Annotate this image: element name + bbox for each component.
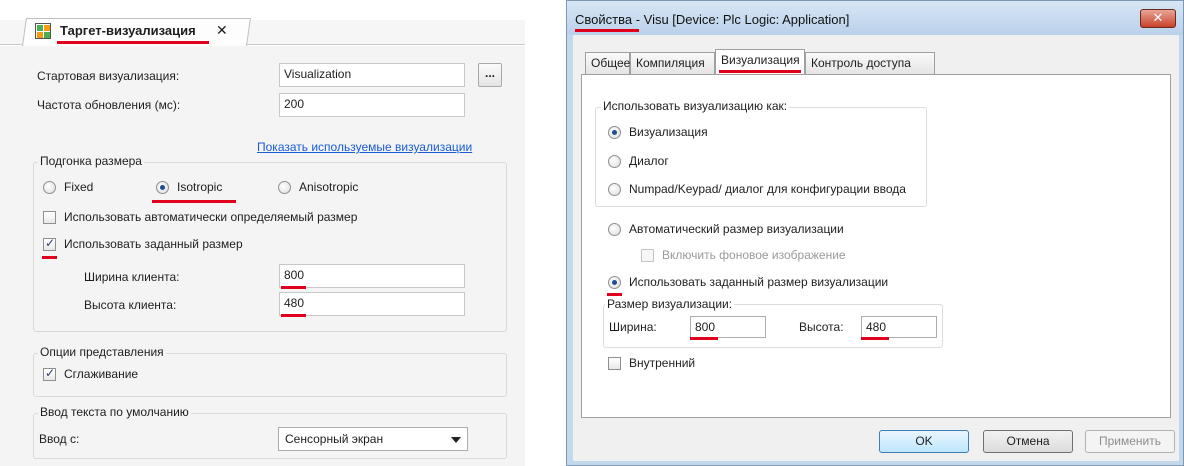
highlight-underline <box>607 293 622 296</box>
visualization-manager-icon <box>35 23 51 39</box>
width-label: Ширина: <box>609 320 657 334</box>
highlight-underline <box>690 337 718 340</box>
height-field[interactable]: 480 <box>861 316 937 338</box>
input-with-label: Ввод с: <box>39 432 80 446</box>
start-visualization-field[interactable]: Visualization <box>279 63 465 87</box>
cancel-button[interactable]: Отмена <box>983 430 1073 453</box>
highlight-underline <box>719 70 801 73</box>
client-height-field[interactable]: 480 <box>279 292 465 316</box>
highlight-underline <box>57 41 209 44</box>
browse-button[interactable]: ... <box>478 63 502 87</box>
tab-general[interactable]: Общее <box>585 52 630 74</box>
antialiasing-checkbox[interactable] <box>43 366 56 381</box>
input-with-value: Сенсорный экран <box>285 432 384 446</box>
fixed-size-radio[interactable] <box>608 276 621 289</box>
isotropic-radio-label: Isotropic <box>177 180 223 194</box>
dialog-radio[interactable] <box>608 155 621 168</box>
highlight-underline <box>281 314 306 317</box>
anisotropic-radio-label: Anisotropic <box>299 180 359 194</box>
height-label: Высота: <box>799 320 844 334</box>
target-visualization-editor: Таргет-визуализация ✕ Стартовая визуализ… <box>0 0 525 466</box>
auto-size-label: Использовать автоматически определяемый … <box>64 210 358 224</box>
client-height-label: Высота клиента: <box>84 298 177 312</box>
editor-tab-title: Таргет-визуализация <box>60 23 196 38</box>
fixed-radio[interactable] <box>43 181 56 194</box>
tab-access-control[interactable]: Контроль доступа <box>805 52 935 74</box>
text-input-group-title: Ввод текста по умолчанию <box>38 405 191 419</box>
tab-compilation[interactable]: Компиляция <box>630 52 715 74</box>
apply-button[interactable]: Применить <box>1085 430 1175 453</box>
background-image-label: Включить фоновое изображение <box>662 248 846 262</box>
properties-dialog: Свойства - Visu [Device: Plc Logic: Appl… <box>566 0 1184 466</box>
auto-size-checkbox[interactable] <box>43 211 56 224</box>
highlight-underline <box>152 200 236 203</box>
antialiasing-label: Сглаживание <box>64 367 139 381</box>
numpad-radio-label: Numpad/Keypad/ диалог для конфигурации в… <box>629 182 906 196</box>
display-options-title: Опции представления <box>38 345 166 359</box>
ok-button[interactable]: OK <box>879 430 969 453</box>
highlight-underline <box>281 286 306 289</box>
start-visualization-label: Стартовая визуализация: <box>37 69 180 83</box>
highlight-underline <box>42 256 57 259</box>
dropdown-arrow-icon <box>451 437 461 443</box>
refresh-rate-field[interactable]: 200 <box>279 93 465 117</box>
visualization-radio[interactable] <box>608 126 621 139</box>
close-icon[interactable]: ✕ <box>216 22 228 39</box>
size-group-title: Размер визуализации: <box>605 297 735 311</box>
client-width-field[interactable]: 800 <box>279 264 465 288</box>
fixed-size-radio-label: Использовать заданный размер визуализаци… <box>629 275 889 289</box>
fixed-size-label: Использовать заданный размер <box>64 237 243 251</box>
internal-checkbox[interactable] <box>608 357 621 370</box>
show-used-visualizations-link[interactable]: Показать используемые визуализации <box>257 140 472 154</box>
dialog-radio-label: Диалог <box>629 154 669 168</box>
highlight-underline <box>575 29 639 32</box>
refresh-rate-label: Частота обновления (мс): <box>37 98 181 112</box>
numpad-radio[interactable] <box>608 183 621 196</box>
dialog-title: Свойства - Visu [Device: Plc Logic: Appl… <box>575 12 850 27</box>
internal-label: Внутренний <box>629 356 696 370</box>
anisotropic-radio[interactable] <box>278 181 291 194</box>
width-field[interactable]: 800 <box>690 316 766 338</box>
isotropic-radio[interactable] <box>156 181 169 194</box>
auto-size-radio-label: Автоматический размер визуализации <box>629 222 844 236</box>
sizing-group-title: Подгонка размера <box>38 154 144 168</box>
fixed-size-checkbox[interactable] <box>43 236 56 251</box>
fixed-radio-label: Fixed <box>64 180 94 194</box>
close-button[interactable]: ✕ <box>1140 9 1176 28</box>
highlight-underline <box>861 337 889 340</box>
visualization-radio-label: Визуализация <box>629 125 708 139</box>
input-with-select[interactable]: Сенсорный экран <box>278 427 468 451</box>
client-width-label: Ширина клиента: <box>84 270 180 284</box>
background-image-checkbox[interactable] <box>641 249 654 262</box>
dialog-client-area: Общее Компиляция Визуализация Контроль д… <box>573 35 1179 461</box>
use-as-group-title: Использовать визуализацию как: <box>601 99 790 113</box>
auto-size-radio[interactable] <box>608 223 621 236</box>
